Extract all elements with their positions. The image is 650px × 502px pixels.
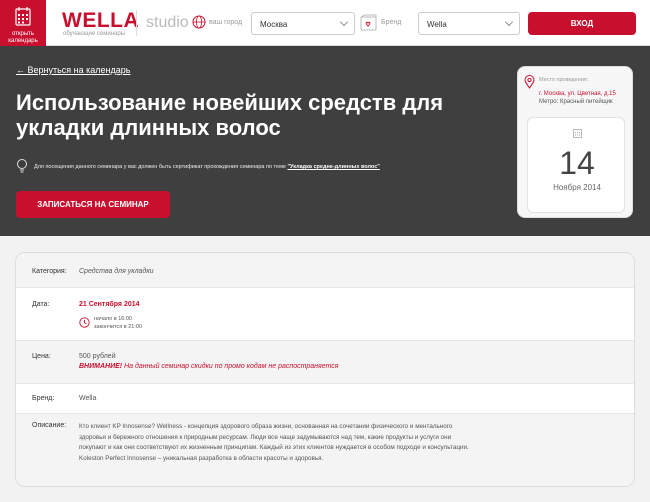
hint-text: Для посещения данного семинара у вас дол…: [34, 164, 288, 170]
globe-icon: [192, 15, 206, 29]
brand-label: Бренд: [381, 19, 402, 26]
location-pin-icon: [524, 75, 535, 89]
city-label: ваш город: [209, 19, 243, 26]
promo-warning: ВНИМАНИЕ! На данный семинар скидки по пр…: [79, 363, 339, 370]
top-bar: открыть календарь WELLA обучающие семина…: [0, 0, 650, 46]
price-label: Цена:: [32, 353, 51, 360]
event-month-year: Ноября 2014: [553, 183, 601, 192]
prerequisite-hint: Для посещения данного семинара у вас дол…: [34, 164, 380, 170]
chevron-down-icon: [505, 18, 513, 26]
open-calendar-button[interactable]: открыть календарь: [0, 0, 46, 46]
calendar-icon: [15, 7, 31, 26]
brand-tag-icon: [360, 14, 377, 31]
calendar-icon: [573, 129, 582, 138]
date-label: Дата:: [32, 301, 50, 308]
price-value: 500 рублей: [79, 353, 116, 360]
start-time: начало в 16:00: [94, 316, 132, 322]
venue-card: Место проведения: г. Москва, ул. Цветная…: [517, 66, 633, 218]
clock-icon: [79, 317, 90, 328]
event-date-box: 14 Ноября 2014: [527, 117, 625, 213]
brand-detail-value: Wella: [79, 395, 97, 402]
open-calendar-label: открыть календарь: [8, 31, 38, 44]
signup-button[interactable]: ЗАПИСАТЬСЯ НА СЕМИНАР: [16, 191, 170, 218]
details-row-description: Описание: Кто клиент KP Innosense? Welln…: [16, 414, 634, 486]
venue-label: Место проведения:: [539, 77, 589, 83]
details-row-category: Категория: Средства для укладки: [16, 253, 634, 288]
page-title: Использование новейших средств для уклад…: [16, 90, 444, 140]
category-value: Средства для укладки: [79, 268, 154, 275]
logo-text: WELLA: [62, 9, 140, 32]
event-day: 14: [559, 145, 595, 181]
details-row-brand: Бренд: Wella: [16, 384, 634, 414]
header-divider: [136, 10, 137, 36]
details-row-price: Цена: 500 рублей ВНИМАНИЕ! На данный сем…: [16, 341, 634, 384]
brand-select-value: Wella: [427, 20, 447, 29]
brand-detail-label: Бренд:: [32, 395, 55, 402]
date-value: 21 Сентября 2014: [79, 301, 140, 308]
venue-address: г. Москва, ул. Цветная, д.15: [539, 91, 616, 97]
back-to-calendar-link[interactable]: ← Вернуться на календарь: [16, 65, 130, 75]
end-time: закончится в 21:00: [94, 324, 143, 330]
city-select[interactable]: Москва: [251, 12, 355, 35]
promo-warning-bold: ВНИМАНИЕ!: [79, 363, 123, 370]
category-label: Категория:: [32, 268, 67, 275]
description-label: Описание:: [32, 422, 67, 429]
details-row-date: Дата: 21 Сентября 2014 начало в 16:00 за…: [16, 288, 634, 341]
description-text: Кто клиент KP Innosense? Wellness - конц…: [79, 423, 469, 462]
wella-logo[interactable]: WELLA обучающие семинары: [62, 9, 140, 38]
seminar-details: Категория: Средства для укладки Дата: 21…: [15, 252, 635, 487]
brand-select[interactable]: Wella: [418, 12, 520, 35]
studio-link[interactable]: studio: [146, 14, 189, 32]
chevron-down-icon: [340, 18, 348, 26]
city-select-value: Москва: [260, 20, 288, 29]
venue-metro: Метро: Красный питейщик: [539, 99, 613, 105]
prerequisite-seminar-link[interactable]: "Укладка средне-длинных волос": [287, 164, 379, 170]
lightbulb-icon: [17, 159, 27, 173]
login-button[interactable]: ВХОД: [528, 12, 636, 35]
promo-warning-text: На данный семинар скидки по промо кодам …: [122, 363, 339, 370]
